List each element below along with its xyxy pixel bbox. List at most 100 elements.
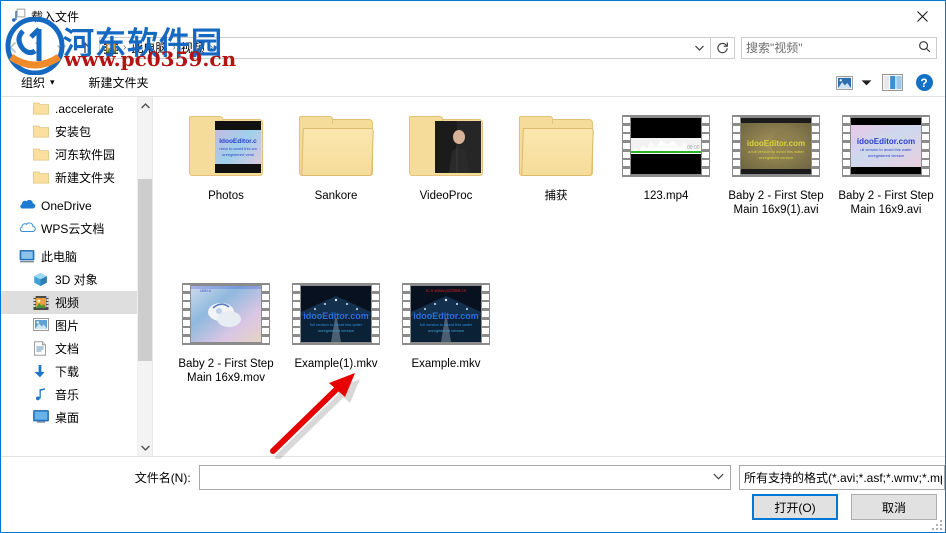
folder-icon [33,124,49,140]
film-strip-icon: idooEditor.com a full version to avoid t… [732,115,820,177]
file-item-example-mkv[interactable]: tc.n-www.pc0359.cn idooEditor.com full v… [391,273,501,371]
chevron-down-icon[interactable] [708,472,728,483]
navigation-list: .accelerate 安装包 河东软件园 新建文件夹 OneDrive WPS… [1,97,137,429]
film-strip-icon: 00:00 [622,115,710,177]
video-thumbnail: 00:00 [611,105,721,187]
breadcrumb-this-pc[interactable]: 此电脑 [128,39,170,56]
video-thumbnail: UDH-4 [171,273,281,355]
breadcrumb-videos[interactable]: 视频 [178,39,208,56]
file-item-photos[interactable]: IdooEditor.c rsion to avoid this wa unre… [171,105,281,203]
nav-item-label: 3D 对象 [55,273,98,287]
nav-item-label: 图片 [55,319,80,333]
nav-item-videos[interactable]: 视频 [1,291,137,314]
recent-locations-icon[interactable] [49,36,73,60]
forward-arrow-icon[interactable] [25,36,49,60]
nav-item-new-folder[interactable]: 新建文件夹 [1,166,137,189]
svg-text:idooEditor.com: idooEditor.com [413,311,479,321]
nav-item-documents[interactable]: 文档 [1,337,137,360]
scroll-down-arrow[interactable] [138,439,153,456]
nav-item-accelerate[interactable]: .accelerate [1,97,137,120]
nav-item-label: 河东软件园 [55,148,116,162]
refresh-button[interactable] [711,36,735,59]
breadcrumb-separator-1[interactable]: › [170,42,177,53]
nav-item-onedrive[interactable]: OneDrive [1,194,137,217]
breadcrumb-separator-0[interactable]: › [121,42,128,53]
address-dropdown-icon[interactable] [688,38,710,58]
nav-item-install-package[interactable]: 安装包 [1,120,137,143]
svg-text:idooEditor.com: idooEditor.com [747,139,805,148]
folder-thumbnail: IdooEditor.c rsion to avoid this wa unre… [171,105,281,187]
file-name: VideoProc [419,190,473,202]
svg-text:00:00: 00:00 [687,145,700,151]
title-bar: 载入文件 [1,1,945,31]
view-dropdown-icon[interactable] [857,71,875,95]
nav-item-downloads[interactable]: 下载 [1,360,137,383]
filename-input[interactable] [198,464,731,490]
documents-icon [33,340,49,357]
svg-text:full version to avoid this wat: full version to avoid this water [310,322,363,327]
filetype-select[interactable]: 所有支持的格式(*.avi;*.asf;*.wmv;*.mp [739,464,945,490]
svg-text:unregistred version: unregistred version [759,155,793,160]
file-item-baby2-mov[interactable]: UDH-4 Baby 2 - First Step Main 16x9.mov [171,273,281,385]
desktop-icon [33,409,49,426]
back-arrow-icon[interactable] [1,36,25,60]
help-button[interactable]: ? [909,71,939,95]
search-input[interactable]: 搜索"视频" [746,39,917,56]
video-folder-icon [103,40,119,56]
nav-item-pictures[interactable]: 图片 [1,314,137,337]
folder-icon [299,116,374,176]
navigation-scrollbar[interactable] [137,97,153,456]
svg-text:unregistered version: unregistered version [428,328,464,333]
file-item-capture[interactable]: 捕获 [501,105,611,203]
scroll-up-arrow[interactable] [138,97,153,114]
thumbnail-night-road-2: tc.n-www.pc0359.cn idooEditor.com full v… [411,286,481,342]
organize-button[interactable]: 组织 ▾ [15,71,61,95]
file-item-sankore[interactable]: Sankore [281,105,391,203]
wps-cloud-icon [19,221,36,237]
file-item-videoproc[interactable]: VideoProc [391,105,501,203]
file-item-example-1-mkv[interactable]: idooEditor.com full version to avoid thi… [281,273,391,371]
nav-item-3d-objects[interactable]: 3D 对象 [1,268,137,291]
file-name: Example.mkv [411,358,481,370]
file-item-baby2-avi-1[interactable]: idooEditor.com a full version to avoid t… [721,105,831,217]
file-item-baby2-avi-2[interactable]: idooEditor.com ull version to avoid this… [831,105,941,217]
preview-pane-icon[interactable] [875,71,909,95]
resize-grip[interactable] [930,518,942,530]
address-breadcrumb-bar[interactable]: › 此电脑 › 视频 › [99,36,711,59]
close-button[interactable] [899,1,945,31]
nav-item-wps-cloud[interactable]: WPS云文档 [1,217,137,240]
breadcrumb-separator-2[interactable]: › [208,42,215,53]
cancel-button[interactable]: 取消 [851,494,937,520]
file-item-123-mp4[interactable]: 00:00 123.mp4 [611,105,721,203]
film-strip-icon: idooEditor.com ull version to avoid this… [842,115,930,177]
nav-item-this-pc[interactable]: 此电脑 [1,245,137,268]
navigation-pane[interactable]: .accelerate 安装包 河东软件园 新建文件夹 OneDrive WPS… [1,97,137,456]
downloads-icon [33,364,49,380]
file-name: Sankore [314,190,358,202]
filename-label: 文件名(N): [134,470,191,485]
search-icon[interactable] [917,40,932,56]
view-layout-icon[interactable] [831,71,857,95]
command-bar-right-group: ? [831,69,939,96]
address-bar-row: › 此电脑 › 视频 › 搜索"视频" [1,32,945,63]
nav-item-hedong[interactable]: 河东软件园 [1,143,137,166]
svg-text:a full version to avoid this w: a full version to avoid this water [748,149,804,154]
folder-icon [519,116,594,176]
search-box[interactable]: 搜索"视频" [741,36,937,59]
nav-item-music[interactable]: 音乐 [1,383,137,406]
file-name: Baby 2 - First Step Main 16x9(1).avi [728,190,824,216]
scrollbar-thumb[interactable] [138,179,153,361]
footer-button-row: 打开(O) 取消 [752,494,937,520]
new-folder-button[interactable]: 新建文件夹 [83,71,155,95]
open-button[interactable]: 打开(O) [752,494,838,520]
file-name: Baby 2 - First Step Main 16x9.mov [178,358,274,384]
nav-item-label: OneDrive [41,198,92,213]
file-name: 捕获 [544,190,568,202]
film-strip-icon: tc.n-www.pc0359.cn idooEditor.com full v… [402,283,490,345]
file-list-pane[interactable]: IdooEditor.c rsion to avoid this wa unre… [152,97,945,456]
nav-item-desktop[interactable]: 桌面 [1,406,137,429]
video-thumbnail: idooEditor.com a full version to avoid t… [721,105,831,187]
up-arrow-icon[interactable] [73,36,97,60]
filetype-value[interactable]: 所有支持的格式(*.avi;*.asf;*.wmv;*.mp [744,469,942,486]
nav-item-label: 视频 [55,296,80,310]
